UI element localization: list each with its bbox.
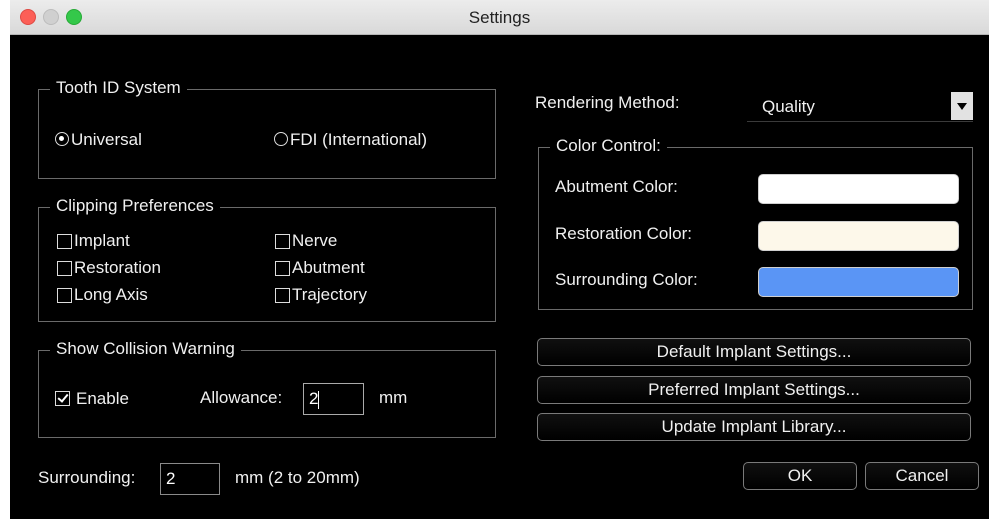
settings-window: Settings Tooth ID System Universal FDI (…: [10, 0, 989, 519]
clip-long-axis-checkbox[interactable]: [57, 288, 72, 303]
surrounding-color-swatch[interactable]: [758, 267, 959, 297]
abutment-color-swatch[interactable]: [758, 174, 959, 204]
clip-trajectory-checkbox[interactable]: [275, 288, 290, 303]
settings-content: Tooth ID System Universal FDI (Internati…: [10, 35, 989, 519]
ok-button[interactable]: OK: [743, 462, 857, 490]
clip-long-axis-label[interactable]: Long Axis: [74, 285, 148, 305]
text-caret: [318, 390, 320, 409]
clip-nerve-checkbox[interactable]: [275, 234, 290, 249]
cancel-button[interactable]: Cancel: [865, 462, 979, 490]
universal-radio[interactable]: [55, 132, 69, 146]
clip-restoration-label[interactable]: Restoration: [74, 258, 161, 278]
rendering-method-label: Rendering Method:: [535, 93, 680, 112]
clip-nerve-label[interactable]: Nerve: [292, 231, 337, 251]
tooth-id-group: Tooth ID System Universal FDI (Internati…: [38, 78, 496, 179]
allowance-unit: mm: [379, 388, 408, 407]
restoration-color-label: Restoration Color:: [555, 224, 693, 243]
surrounding-label: Surrounding:: [38, 468, 136, 487]
update-implant-library-button[interactable]: Update Implant Library...: [537, 413, 971, 441]
allowance-label: Allowance:: [200, 388, 283, 407]
surrounding-color-label: Surrounding Color:: [555, 270, 698, 289]
allowance-value: 2: [309, 389, 319, 408]
default-implant-settings-button[interactable]: Default Implant Settings...: [537, 338, 971, 366]
fdi-radio[interactable]: [274, 132, 288, 146]
collision-legend: Show Collision Warning: [50, 339, 241, 359]
rendering-method-value: Quality: [762, 97, 815, 116]
title-bar: Settings: [10, 0, 989, 35]
tooth-id-legend: Tooth ID System: [50, 78, 187, 98]
window-title: Settings: [468, 8, 531, 27]
allowance-input[interactable]: 2: [303, 383, 364, 415]
surrounding-hint: mm (2 to 20mm): [235, 468, 360, 487]
clip-restoration-checkbox[interactable]: [57, 261, 72, 276]
clip-implant-label[interactable]: Implant: [74, 231, 130, 251]
restoration-color-swatch[interactable]: [758, 221, 959, 251]
collision-enable-checkbox[interactable]: [55, 391, 70, 406]
clip-implant-checkbox[interactable]: [57, 234, 72, 249]
abutment-color-label: Abutment Color:: [555, 177, 678, 196]
clip-trajectory-label[interactable]: Trajectory: [292, 285, 367, 305]
surrounding-value: 2: [166, 469, 176, 488]
clipping-legend: Clipping Preferences: [50, 196, 220, 216]
collision-enable-label[interactable]: Enable: [76, 389, 129, 409]
rendering-method-select[interactable]: Quality: [747, 92, 973, 122]
fdi-radio-label[interactable]: FDI (International): [290, 130, 427, 150]
surrounding-input[interactable]: 2: [160, 463, 220, 495]
clip-abutment-label[interactable]: Abutment: [292, 258, 365, 278]
color-control-legend: Color Control:: [550, 136, 667, 156]
chevron-down-icon[interactable]: [951, 92, 973, 120]
collision-group: Show Collision Warning Enable Allowance:…: [38, 339, 496, 438]
clip-abutment-checkbox[interactable]: [275, 261, 290, 276]
preferred-implant-settings-button[interactable]: Preferred Implant Settings...: [537, 376, 971, 404]
clipping-group: Clipping Preferences Implant Nerve Resto…: [38, 196, 496, 322]
universal-radio-label[interactable]: Universal: [71, 130, 142, 150]
